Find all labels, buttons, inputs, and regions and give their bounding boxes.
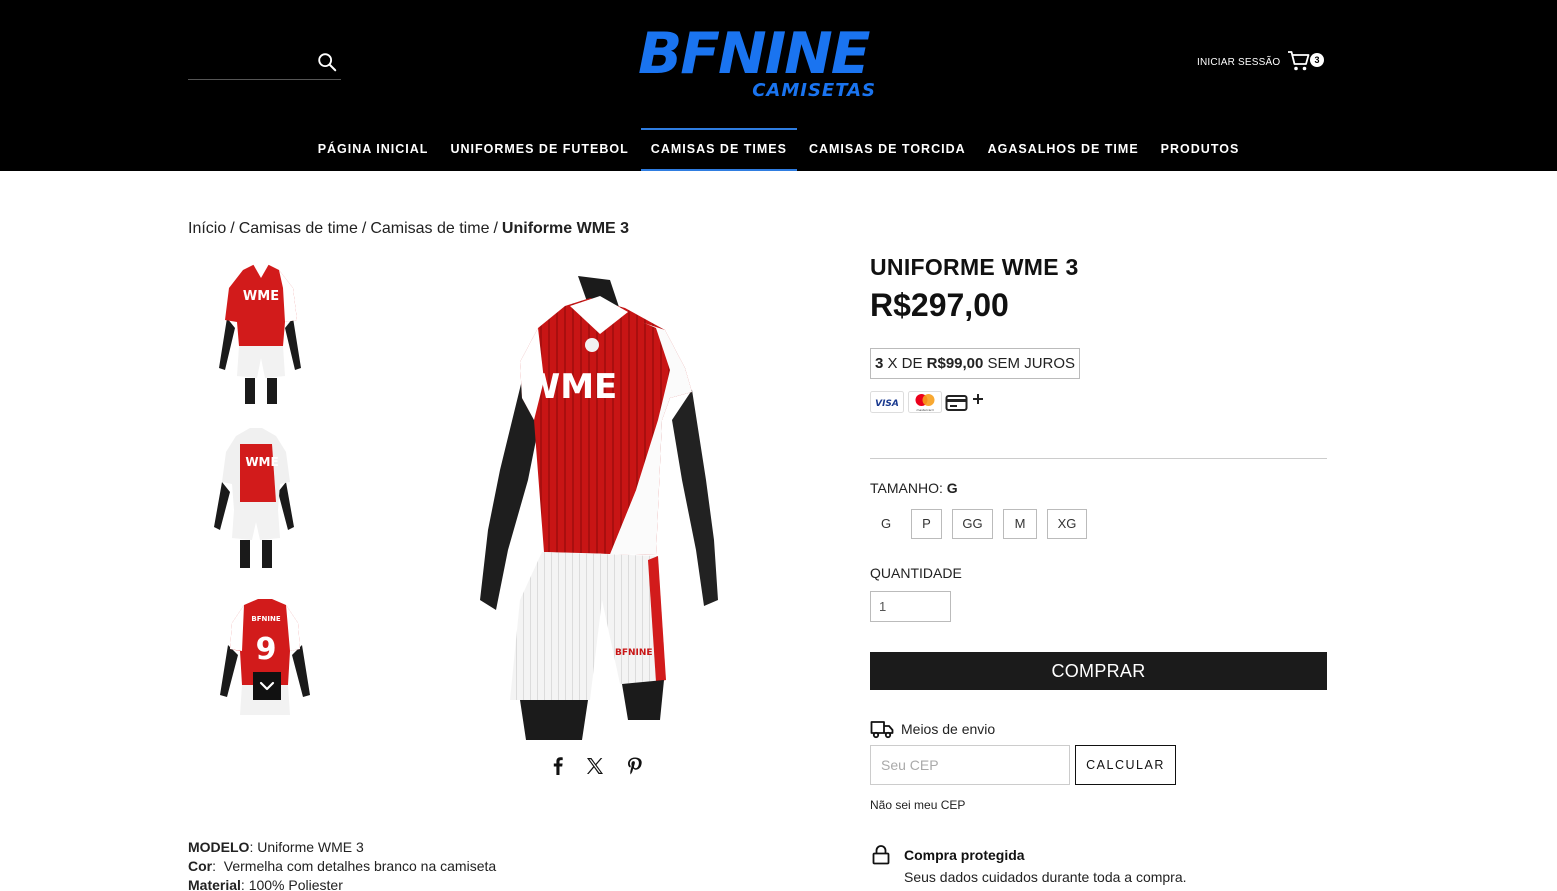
product-thumbnail-image: BFNINE 9 [220,599,310,715]
installment-value: R$99,00 [926,355,984,372]
chevron-down-icon [259,681,275,691]
divider [870,458,1327,459]
size-option-xg[interactable]: XG [1047,509,1087,539]
nav-item-uniformes[interactable]: UNIFORMES DE FUTEBOL [440,128,638,171]
lock-icon [872,845,890,865]
calculate-shipping-button[interactable]: CALCULAR [1075,745,1176,785]
visa-card-icon: VISA [870,391,904,413]
product-thumbnail-image: WME [219,264,301,404]
thumbnail-shirt-text: WME [245,455,278,469]
description-color-value: : Vermelha com detalhes branco na camise… [212,858,497,874]
site-logo[interactable]: BFNINE CAMISETAS [638,26,878,102]
nav-item-agasalhos[interactable]: AGASALHOS DE TIME [978,128,1149,171]
size-label-text: TAMANHO: [870,480,947,496]
cep-input[interactable] [870,745,1070,785]
product-main-image[interactable]: WME BFNINE [460,270,760,740]
size-selected-value: G [946,480,958,496]
breadcrumb-link[interactable]: Camisas de time [370,220,489,237]
product-thumbnail[interactable]: BFNINE 9 [210,582,320,728]
breadcrumb-separator: / [230,220,235,237]
thumbnail-back-number: 9 [256,632,277,667]
description-color-line: Cor: Vermelha com detalhes branco na cam… [188,857,496,876]
description-material-value: : 100% Poliester [240,877,343,891]
no-cep-link[interactable]: Não sei meu CEP [870,798,965,812]
buy-button[interactable]: COMPRAR [870,652,1327,690]
description-material-line: Material: 100% Poliester [188,876,496,891]
nav-item-produtos[interactable]: PRODUTOS [1151,128,1250,171]
size-label: TAMANHO: G [870,480,958,496]
x-share-icon[interactable] [585,756,605,776]
breadcrumb-separator: / [493,220,498,237]
logo-sub-text: CAMISETAS [752,80,876,101]
search-button[interactable] [313,50,341,76]
site-header: BFNINE CAMISETAS INICIAR SESSÃO 3 PÁGINA… [0,0,1557,171]
nav-item-home[interactable]: PÁGINA INICIAL [308,128,439,171]
search-icon [318,52,337,71]
cart-icon [1288,51,1310,71]
cart-button[interactable]: 3 [1287,50,1327,74]
secure-purchase-title: Compra protegida [904,847,1025,863]
truck-icon [870,721,894,739]
product-title: UNIFORME WME 3 [870,254,1079,280]
login-link[interactable]: INICIAR SESSÃO [1197,57,1280,68]
facebook-share-icon[interactable] [548,756,568,776]
breadcrumb-link[interactable]: Início [188,220,226,237]
shipping-label: Meios de envio [901,721,996,737]
search-input[interactable] [188,46,303,78]
description-material-label: Material [188,877,241,891]
installment-prefix: X DE [883,355,927,372]
breadcrumb-link[interactable]: Camisas de time [239,220,358,237]
search-bar [188,46,341,80]
size-option-gg[interactable]: GG [952,509,993,539]
installment-box: 3 X DE R$99,00 SEM JUROS [870,348,1080,379]
nav-item-camisas-torcida[interactable]: CAMISAS DE TORCIDA [799,128,976,171]
mastercard-icon: mastercard [908,391,942,413]
cart-count-badge: 3 [1310,53,1324,67]
nav-item-camisas-times[interactable]: CAMISAS DE TIMES [640,128,797,171]
main-nav: PÁGINA INICIAL UNIFORMES DE FUTEBOL CAMI… [0,128,1557,171]
size-option-p[interactable]: P [911,509,942,539]
breadcrumb-separator: / [361,220,367,237]
mastercard-label: mastercard [916,408,933,412]
quantity-label: QUANTIDADE [870,565,962,581]
jersey-text: WME [523,367,618,407]
breadcrumb-current: Uniforme WME 3 [501,220,630,237]
secure-purchase-text: Seus dados cuidados durante toda a compr… [904,869,1187,885]
more-payment-methods-icon[interactable] [945,391,987,413]
size-option-m[interactable]: M [1003,509,1037,539]
description-color-label: Cor [188,858,213,874]
quantity-input[interactable] [870,591,951,622]
breadcrumb: Início / Camisas de time / Camisas de time / U… [188,220,629,238]
pinterest-share-icon[interactable] [625,756,645,776]
shorts-logo-text: BFNINE [615,648,653,658]
product-thumbnail-image: WME [214,428,294,568]
installment-suffix: SEM JUROS [983,355,1076,372]
product-thumbnail[interactable]: WME [200,422,310,568]
product-thumbnail[interactable]: WME [205,258,315,404]
product-description: MODELO: Uniforme WME 3 Cor: Vermelha com… [188,838,496,891]
thumbnail-shirt-text: WME [243,289,279,304]
description-model-label: MODELO [188,839,250,855]
description-model-value: : Uniforme WME 3 [249,839,364,855]
size-option-g[interactable]: G [870,509,902,539]
description-model-line: MODELO: Uniforme WME 3 [188,838,496,857]
jersey-illustration: WME BFNINE [480,276,718,740]
logo-main-text: BFNINE [638,21,870,87]
product-price: R$297,00 [870,287,1009,323]
visa-card-label: VISA [875,399,899,409]
thumbnails-scroll-down-button[interactable] [253,672,281,700]
thumbnail-back-text: BFNINE [251,615,280,623]
